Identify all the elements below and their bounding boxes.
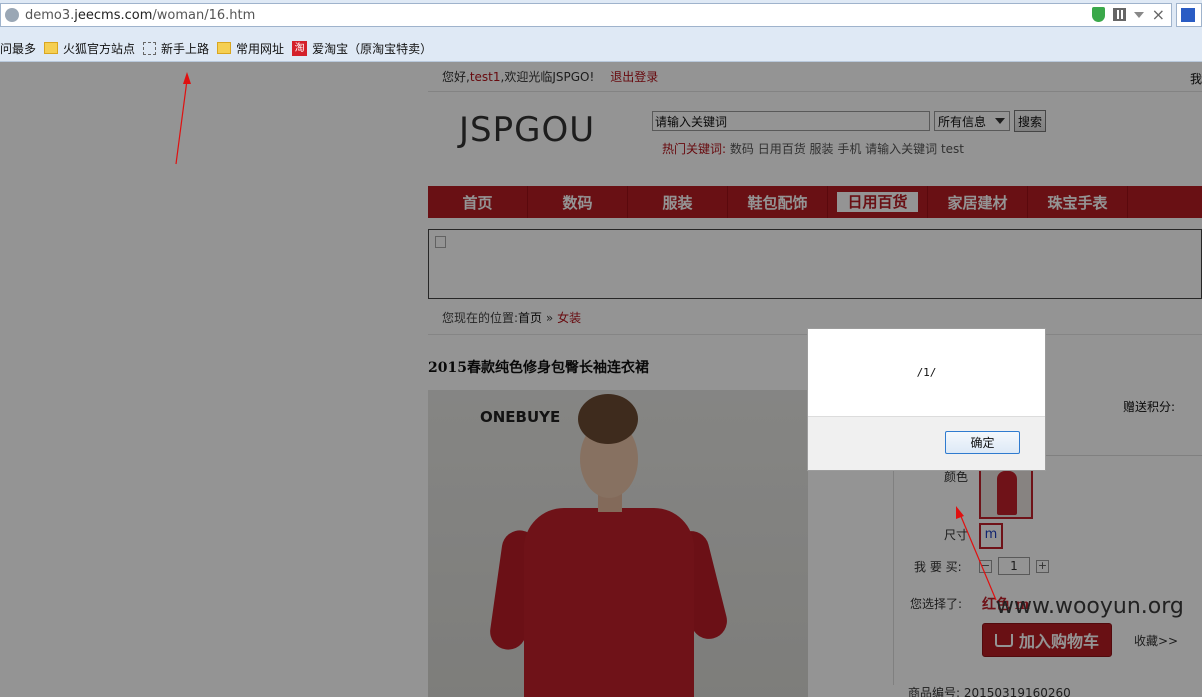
globe-icon [5,8,19,22]
nav-item-home[interactable]: 首页 [428,186,528,218]
bookmark-common-sites[interactable]: 常用网址 [217,40,284,57]
security-shield-icon[interactable] [1091,7,1105,22]
page-icon [143,41,157,55]
browser-toolbar: demo3.jeecms.com/woman/16.htm × 访问最多 火狐官… [0,0,1202,62]
search-button[interactable]: 搜索 [1014,110,1047,132]
nav-item-shoes-bags[interactable]: 鞋包配饰 [728,186,828,218]
search-scope-value: 所有信息 [938,114,987,129]
add-to-cart-button[interactable]: 加入购物车 [982,623,1112,657]
product-number: 商品编号: 20150319160260 [908,684,1071,697]
close-icon[interactable]: × [1152,6,1165,22]
quantity-stepper: − 1 + [979,557,1049,575]
breadcrumb-current-link[interactable]: 女装 [557,311,581,325]
bookmark-getting-started[interactable]: 新手上路 [143,40,209,57]
logout-link[interactable]: 退出登录 [610,68,658,85]
hot-keywords-label: 热门关键词: [662,142,727,156]
bookmark-label: 访问最多 [0,41,37,56]
color-swatch-red[interactable] [979,465,1033,519]
bookmarks-bar: 访问最多 火狐官方站点 新手上路 常用网址 淘 爱淘宝（原淘宝特卖） [0,38,440,58]
nav-item-jewelry[interactable]: 珠宝手表 [1028,186,1128,218]
decrement-button[interactable]: − [979,559,992,573]
bookmark-ai-taobao[interactable]: 淘 爱淘宝（原淘宝特卖） [292,40,432,57]
username-link[interactable]: test1 [470,70,501,84]
photo-brand-text: ONEBUYE [480,408,561,426]
size-option-m[interactable]: m [979,523,1003,549]
qr-code-icon[interactable] [1112,8,1126,21]
greeting-suffix: ,欢迎光临JSPGO! [500,70,595,84]
extension-button[interactable] [1176,3,1202,27]
reward-points-label: 赠送积分: [1123,400,1176,414]
product-photo[interactable]: ONEBUYE [428,390,808,697]
chosen-label: 您选择了: [910,597,963,611]
search-input[interactable] [652,111,930,131]
banner-image [428,229,1202,299]
nav-label: 日用百货 [837,192,918,212]
nav-label: 服装 [662,193,693,212]
bookmark-label: 火狐官方站点 [63,41,136,56]
breadcrumb-home-link[interactable]: 首页 [518,311,542,325]
main-nav: 首页 数码 服装 鞋包配饰 日用百货 家居建材 珠宝手表 [428,186,1202,218]
product-number-value: 20150319160260 [963,686,1071,697]
alert-message: /1/ [916,366,937,379]
nav-label: 家居建材 [947,193,1008,212]
swatch-thumbnail [997,471,1017,515]
url-path: /woman/16.htm [152,7,256,23]
bookmark-label: 新手上路 [161,41,210,56]
search-scope-select[interactable]: 所有信息 [934,111,1010,131]
cart-icon [994,633,1013,647]
hot-keywords-links[interactable]: 数码 日用百货 服装 手机 请输入关键词 test [730,142,964,156]
size-label: 尺寸 [944,528,969,542]
hot-keywords: 热门关键词: 数码 日用百货 服装 手机 请输入关键词 test [662,140,964,157]
product-title: 2015春款纯色修身包臀长袖连衣裙 [428,360,649,376]
folder-icon [217,42,232,54]
greeting-prefix: 您好, [442,70,470,84]
chevron-down-icon [995,118,1005,124]
nav-item-daily-goods[interactable]: 日用百货 [828,186,928,218]
nav-label: 鞋包配饰 [747,193,808,212]
model-dress [524,508,694,697]
bookmark-label: 常用网址 [236,41,285,56]
site-logo[interactable]: JSPGOU [459,110,595,150]
user-bar: 您好, test1 ,欢迎光临JSPGO! 退出登录 我 [428,62,1202,92]
nav-label: 首页 [462,193,493,212]
taobao-icon: 淘 [292,40,308,56]
alert-dialog: /1/ 确定 [807,328,1046,471]
model-hair [578,394,638,444]
search-form: 所有信息 搜索 [652,110,1047,132]
url-prefix: demo3. [25,7,75,23]
bookmark-most-visited[interactable]: 访问最多 [0,40,36,57]
breadcrumb-prefix: 您现在的位置: [442,311,519,325]
increment-button[interactable]: + [1036,559,1049,573]
nav-label: 数码 [562,193,593,212]
favorite-link[interactable]: 收藏>> [1134,632,1178,649]
product-number-label: 商品编号: [908,686,961,697]
quantity-input[interactable]: 1 [998,557,1030,575]
watermark: www.wooyun.org [996,594,1184,619]
breadcrumb: 您现在的位置:首页 » 女装 [442,309,581,326]
ok-button[interactable]: 确定 [945,431,1020,454]
folder-icon [44,42,59,54]
address-bar[interactable]: demo3. jeecms.com/woman/16.htm × [0,3,1172,27]
add-to-cart-label: 加入购物车 [1018,632,1099,651]
url-history-dropdown-icon[interactable] [1133,11,1144,18]
topbar-right-link[interactable]: 我 [1190,70,1202,87]
breadcrumb-separator: » [545,311,554,325]
quantity-label: 我 要 买: [914,560,962,574]
paw-icon [1181,8,1195,22]
nav-item-clothing[interactable]: 服装 [628,186,728,218]
nav-label: 珠宝手表 [1047,193,1108,212]
url-host: jeecms.com [74,7,153,23]
alert-footer: 确定 [808,416,1045,470]
nav-item-home-building[interactable]: 家居建材 [928,186,1028,218]
bookmark-firefox-official[interactable]: 火狐官方站点 [44,40,135,57]
nav-item-digital[interactable]: 数码 [528,186,628,218]
broken-image-icon [435,236,446,248]
bookmark-label: 爱淘宝（原淘宝特卖） [312,41,433,56]
